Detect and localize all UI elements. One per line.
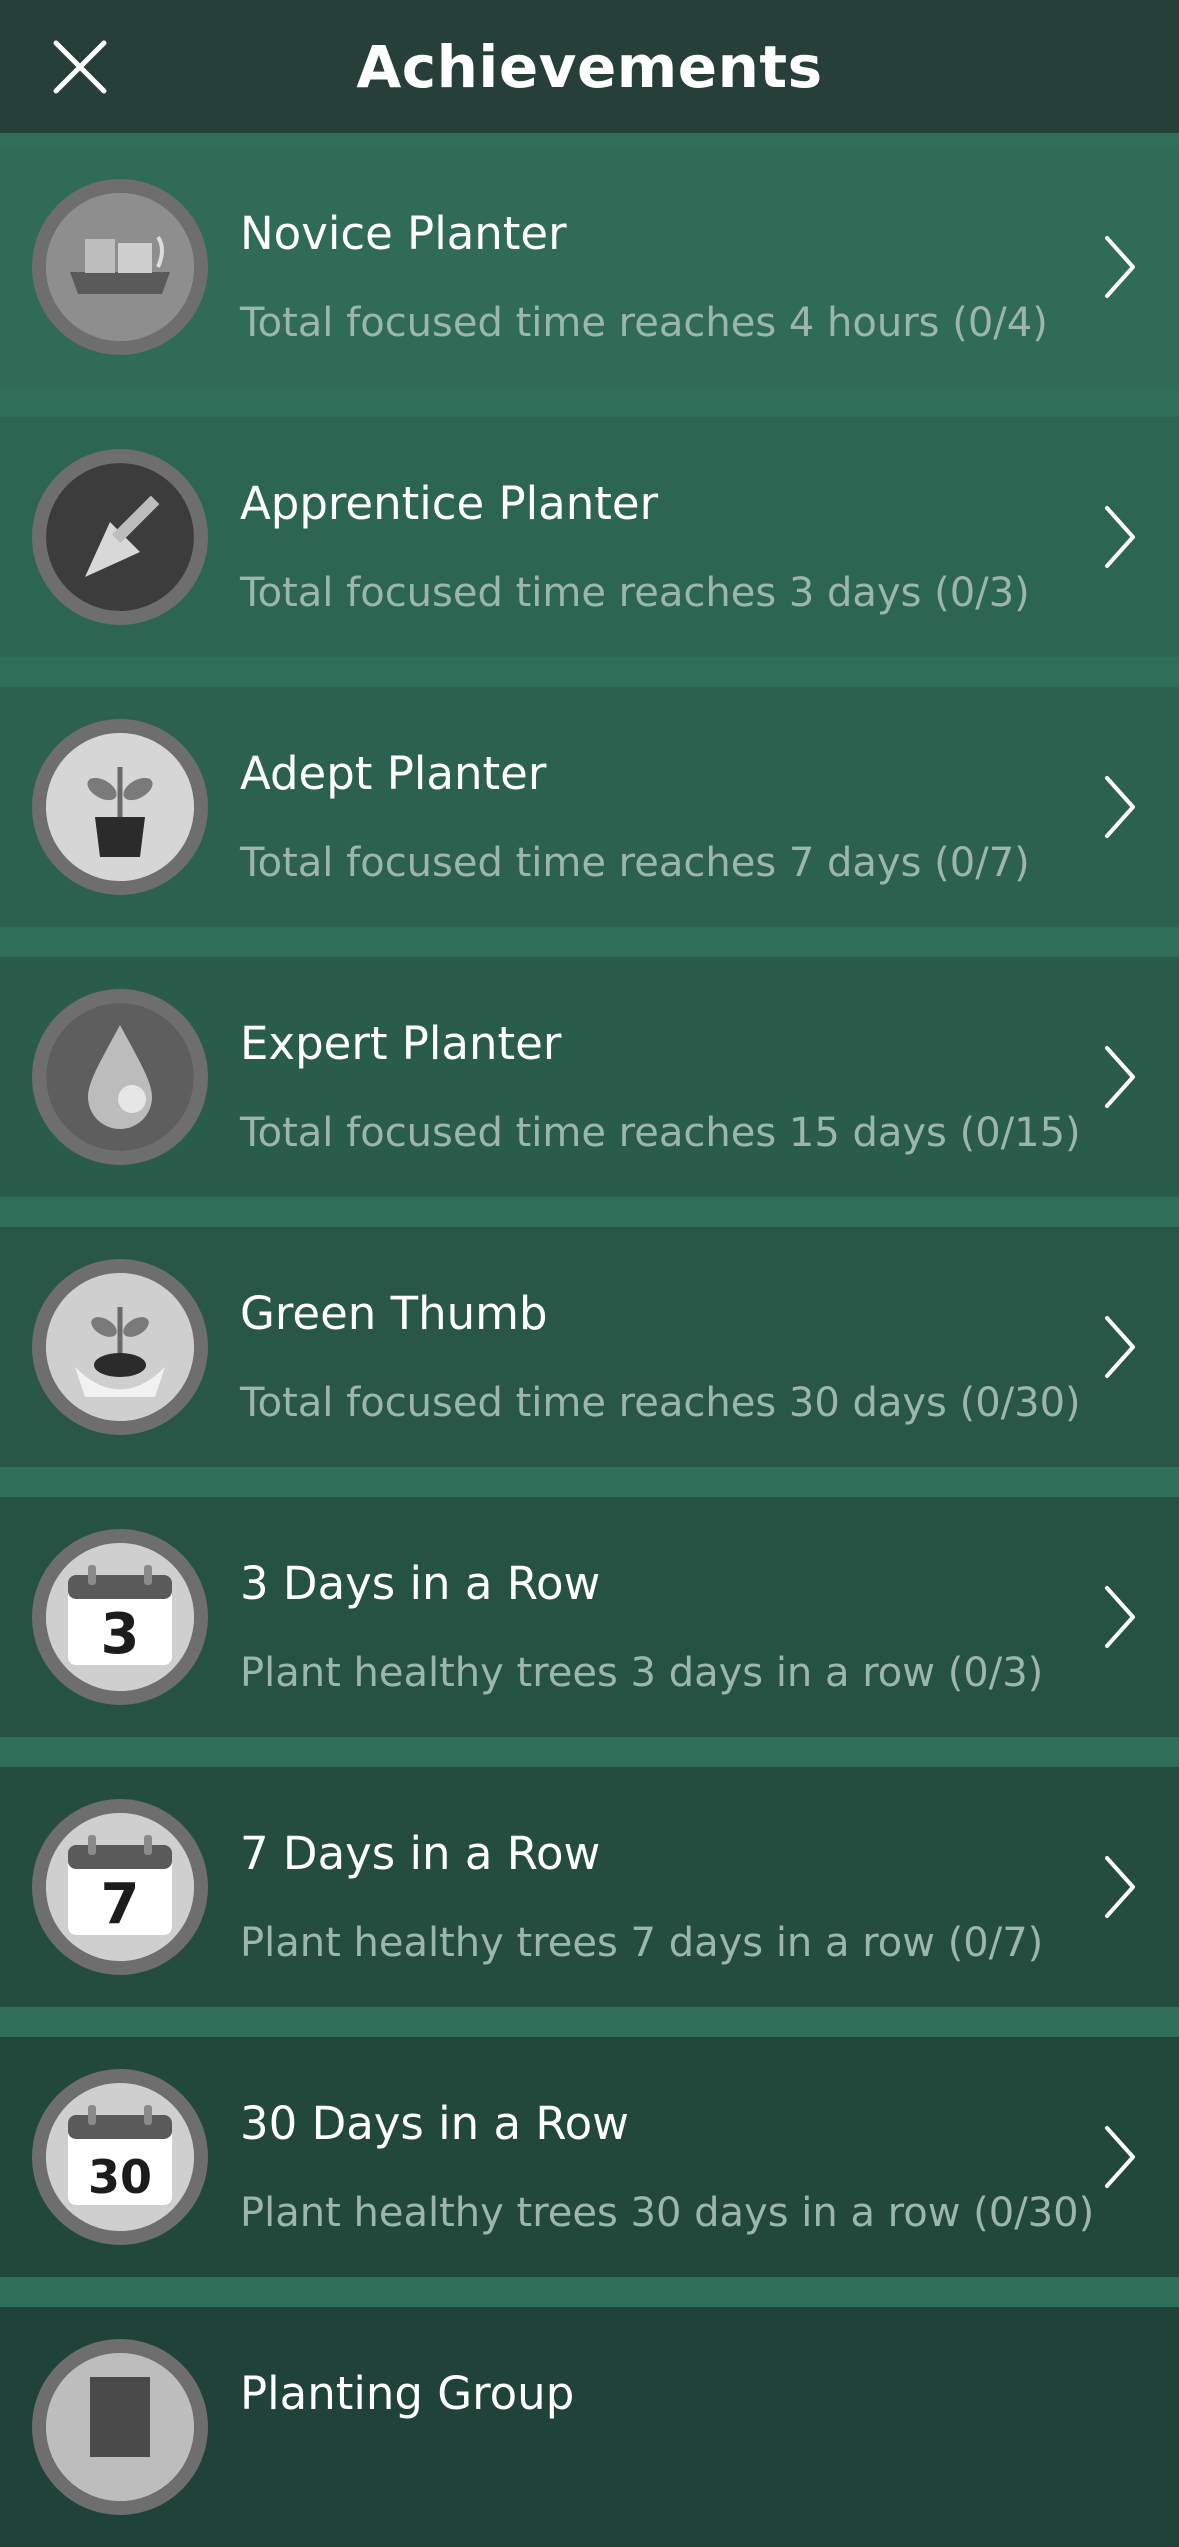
achievement-title: 3 Days in a Row: [240, 1557, 601, 1610]
achievement-description: Total focused time reaches 7 days (0/7): [240, 840, 1030, 886]
hands-sprout-icon: [30, 1257, 210, 1437]
potted-plant-icon: [30, 717, 210, 897]
achievement-row[interactable]: 30 30 Days in a Row Plant healthy trees 30…: [0, 2037, 1179, 2277]
achievement-description: Total focused time reaches 3 days (0/3): [240, 570, 1030, 616]
chevron-right-icon: [1099, 772, 1139, 842]
achievement-row[interactable]: Apprentice Planter Total focused time rea…: [0, 417, 1179, 657]
calendar-icon: 7: [30, 1797, 210, 1977]
achievement-row[interactable]: 3 3 Days in a Row Plant healthy trees 3 da…: [0, 1497, 1179, 1737]
svg-text:30: 30: [88, 2150, 152, 2204]
garden-bed-icon: [30, 177, 210, 357]
chevron-right-icon: [1099, 2122, 1139, 2192]
achievement-description: Total focused time reaches 4 hours (0/4): [240, 300, 1048, 346]
achievement-title: Adept Planter: [240, 747, 547, 800]
svg-text:3: 3: [101, 1602, 140, 1667]
achievement-row[interactable]: Expert Planter Total focused time reaches…: [0, 957, 1179, 1197]
achievement-row[interactable]: Adept Planter Total focused time reaches …: [0, 687, 1179, 927]
trowel-icon: [30, 447, 210, 627]
calendar-icon: 30: [30, 2067, 210, 2247]
achievement-title: 7 Days in a Row: [240, 1827, 601, 1880]
chevron-right-icon: [1099, 1852, 1139, 1922]
achievement-title: Apprentice Planter: [240, 477, 659, 530]
chevron-right-icon: [1099, 1582, 1139, 1652]
achievement-title: 30 Days in a Row: [240, 2097, 629, 2150]
achievement-row[interactable]: Novice Planter Total focused time reaches…: [0, 147, 1179, 387]
calendar-icon: 3: [30, 1527, 210, 1707]
water-drop-icon: [30, 987, 210, 1167]
achievement-row[interactable]: 7 7 Days in a Row Plant healthy trees 7 da…: [0, 1767, 1179, 2007]
chevron-right-icon: [1099, 232, 1139, 302]
page-title: Achievements: [356, 32, 823, 101]
header: Achievements: [0, 0, 1179, 133]
achievement-row[interactable]: Green Thumb Total focused time reaches 30…: [0, 1227, 1179, 1467]
group-icon: [30, 2337, 210, 2517]
achievement-description: Plant healthy trees 30 days in a row (0/…: [240, 2190, 1095, 2236]
achievement-title: Novice Planter: [240, 207, 567, 260]
chevron-right-icon: [1099, 1312, 1139, 1382]
chevron-right-icon: [1099, 1042, 1139, 1112]
achievement-description: Plant healthy trees 3 days in a row (0/3…: [240, 1650, 1044, 1696]
achievement-description: Total focused time reaches 15 days (0/15…: [240, 1110, 1081, 1156]
achievement-row[interactable]: Planting Group: [0, 2307, 1179, 2547]
achievement-title: Green Thumb: [240, 1287, 548, 1340]
achievement-title: Planting Group: [240, 2367, 575, 2420]
achievement-description: Total focused time reaches 30 days (0/30…: [240, 1380, 1081, 1426]
svg-text:7: 7: [101, 1872, 140, 1937]
achievement-title: Expert Planter: [240, 1017, 562, 1070]
chevron-right-icon: [1099, 502, 1139, 572]
achievement-description: Plant healthy trees 7 days in a row (0/7…: [240, 1920, 1044, 1966]
